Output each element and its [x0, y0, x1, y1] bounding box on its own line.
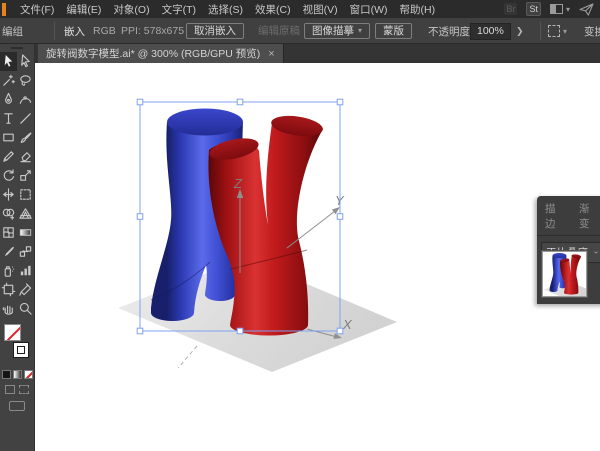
chevron-down-icon: ▾ [565, 4, 570, 14]
none-mode-button[interactable] [23, 370, 33, 379]
curvature-tool[interactable] [17, 90, 34, 109]
opacity-label: 不透明度: [428, 25, 473, 38]
pencil-tool[interactable] [0, 147, 17, 166]
fill-none-swatch[interactable] [4, 324, 21, 341]
transform-label[interactable]: 变换 [584, 18, 600, 44]
menu-effect[interactable]: 效果(C) [249, 2, 297, 17]
gradient-tool[interactable] [17, 223, 34, 242]
perspective-grid-tool[interactable] [17, 204, 34, 223]
mask-button[interactable]: 蒙版 [375, 23, 412, 39]
handle-bottom-left[interactable] [136, 327, 144, 335]
width-tool[interactable] [0, 185, 17, 204]
symbol-sprayer-tool[interactable] [0, 261, 17, 280]
pen-tool[interactable] [0, 90, 17, 109]
blend-tool[interactable] [17, 242, 34, 261]
share-icon[interactable] [579, 2, 594, 16]
menu-object[interactable]: 对象(O) [107, 2, 155, 17]
embed-status-label: 嵌入 [64, 25, 85, 38]
workspace-switcher-icon[interactable] [549, 4, 563, 14]
edit-original-button: 编辑原稿 [250, 23, 308, 39]
x-axis-label: X [342, 317, 353, 332]
menu-select[interactable]: 选择(S) [202, 2, 249, 17]
direct-selection-tool[interactable] [17, 52, 34, 71]
menu-file[interactable]: 文件(F) [14, 2, 60, 17]
align-options-icon[interactable] [548, 25, 560, 37]
gradient-mode-button[interactable] [12, 370, 22, 379]
free-transform-tool[interactable] [17, 185, 34, 204]
illustrator-window: 文件(F) 编辑(E) 对象(O) 文字(T) 选择(S) 效果(C) 视图(V… [0, 0, 600, 451]
z-axis-label: Z [233, 176, 243, 191]
canvas-svg: Z Y X [118, 98, 397, 373]
zoom-tool[interactable] [17, 299, 34, 318]
menu-bar: 文件(F) 编辑(E) 对象(O) 文字(T) 选择(S) 效果(C) 视图(V… [0, 0, 600, 18]
fill-stroke-indicator [0, 322, 35, 366]
rectangle-tool[interactable] [0, 128, 17, 147]
menu-view[interactable]: 视图(V) [297, 2, 344, 17]
transparency-panel: 描边 渐变 正片叠底 [537, 196, 600, 304]
control-bar: 编组 嵌入 RGB PPI: 578x675 取消嵌入 编辑原稿 图像描摹 ▾ 蒙… [0, 18, 600, 44]
document-canvas[interactable]: Z Y X [35, 63, 600, 451]
type-tool[interactable] [0, 109, 17, 128]
opacity-expand-icon[interactable]: ❯ [516, 18, 524, 44]
color-mode-label: RGB [93, 25, 116, 37]
opacity-value-field[interactable]: 100% [470, 22, 511, 40]
handle-bottom-center[interactable] [236, 327, 244, 335]
slice-tool[interactable] [17, 280, 34, 299]
tab-stroke[interactable]: 描边 [545, 201, 565, 231]
tab-strip: 旋转阀数字模型.ai* @ 300% (RGB/GPU 预览) × [35, 44, 600, 63]
ppi-label: PPI: 578x675 [121, 25, 185, 37]
scale-tool[interactable] [17, 166, 34, 185]
toolbar-grip[interactable] [0, 44, 34, 52]
menu-edit[interactable]: 编辑(E) [60, 2, 107, 17]
handle-mid-right[interactable] [336, 213, 344, 220]
eraser-tool[interactable] [17, 147, 34, 166]
chevron-down-icon[interactable]: ▾ [563, 27, 567, 36]
handle-top-left[interactable] [136, 98, 144, 106]
shape-builder-tool[interactable] [0, 204, 17, 223]
stock-icon[interactable]: St [526, 2, 541, 16]
menu-type[interactable]: 文字(T) [156, 2, 202, 17]
menu-help[interactable]: 帮助(H) [394, 2, 442, 17]
paintbrush-tool[interactable] [17, 128, 34, 147]
image-trace-button[interactable]: 图像描摹 ▾ [304, 23, 371, 39]
selection-tool[interactable] [0, 52, 17, 71]
document-tab-title: 旋转阀数字模型.ai* @ 300% (RGB/GPU 预览) [46, 48, 261, 60]
tab-gradient[interactable]: 渐变 [579, 201, 599, 231]
column-graph-tool[interactable] [17, 261, 34, 280]
lasso-tool[interactable] [17, 71, 34, 90]
close-tab-icon[interactable]: × [268, 48, 274, 60]
object-thumbnail[interactable] [541, 250, 588, 298]
handle-mid-left[interactable] [136, 213, 144, 220]
chevron-down-icon[interactable]: ▾ [358, 25, 362, 37]
artboard-tool[interactable] [0, 280, 17, 299]
selection-type-label: 编组 [2, 25, 23, 38]
line-segment-tool[interactable] [17, 109, 34, 128]
blue-tube-opening [167, 108, 243, 136]
neg-axis-dashed [177, 345, 198, 369]
draw-behind-icon[interactable] [19, 385, 29, 394]
eyedropper-tool[interactable] [0, 242, 17, 261]
magic-wand-tool[interactable] [0, 71, 17, 90]
stroke-swatch[interactable] [13, 342, 29, 358]
embedded-image-artwork[interactable] [118, 108, 397, 373]
bridge-icon[interactable]: Br [504, 3, 518, 15]
rotate-tool[interactable] [0, 166, 17, 185]
hand-tool[interactable] [0, 299, 17, 318]
handle-bottom-right[interactable] [336, 327, 344, 335]
handle-top-center[interactable] [236, 98, 244, 106]
tools-panel [0, 44, 35, 451]
separator [54, 22, 55, 40]
mesh-tool[interactable] [0, 223, 17, 242]
handle-top-right[interactable] [336, 98, 344, 106]
separator [540, 22, 541, 40]
document-tab[interactable]: 旋转阀数字模型.ai* @ 300% (RGB/GPU 预览) × [38, 44, 284, 63]
color-mode-button[interactable] [1, 370, 11, 379]
app-logo-icon [2, 2, 6, 16]
unembed-button[interactable]: 取消嵌入 [186, 23, 244, 39]
menu-window[interactable]: 窗口(W) [344, 2, 394, 17]
chevron-down-icon [594, 251, 598, 254]
screen-mode-button[interactable] [9, 401, 25, 411]
draw-normal-icon[interactable] [5, 385, 15, 394]
